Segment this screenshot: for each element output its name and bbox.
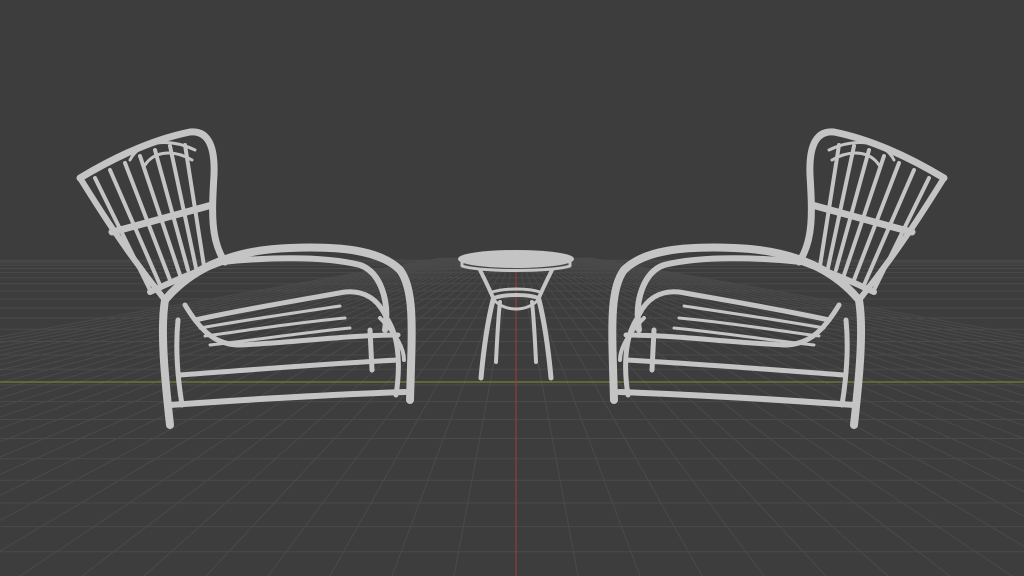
grid-line-depth bbox=[0, 257, 467, 384]
lounge-chair-left[interactable] bbox=[76, 128, 416, 429]
grid-line-depth bbox=[590, 257, 1024, 336]
grid-line-depth bbox=[0, 257, 472, 399]
grid-line-depth bbox=[0, 257, 492, 521]
grid-line-depth bbox=[81, 257, 499, 576]
3d-viewport[interactable] bbox=[0, 0, 1024, 576]
grid-line-depth bbox=[535, 257, 1013, 576]
grid-line-depth bbox=[585, 257, 1024, 343]
grid-line-depth bbox=[533, 257, 951, 576]
viewport-canvas[interactable] bbox=[0, 0, 1024, 576]
grid-line-depth bbox=[0, 257, 469, 391]
grid-line-depth bbox=[563, 257, 1024, 389]
grid-line-depth bbox=[0, 257, 489, 496]
grid-line-depth bbox=[545, 257, 1024, 472]
grid-line-depth bbox=[0, 257, 477, 418]
grid-line-depth bbox=[548, 257, 1024, 455]
floor-grid bbox=[0, 257, 1024, 576]
grid-line-depth bbox=[565, 257, 1024, 381]
